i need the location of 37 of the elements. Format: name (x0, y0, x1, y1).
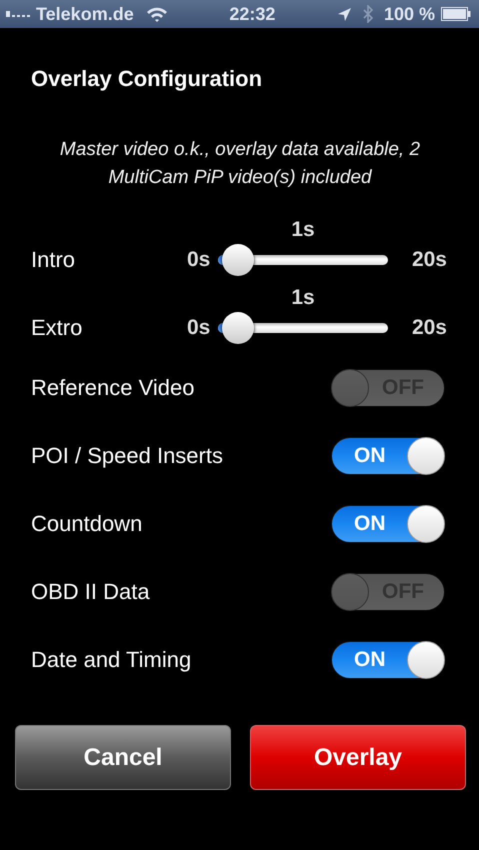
switch-knob (407, 437, 445, 475)
switch-knob (407, 505, 445, 543)
switch-knob (407, 641, 445, 679)
toggle-label: Date and Timing (31, 647, 192, 673)
status-message: Master video o.k., overlay data available, 2 MultiCam PiP video(s) included (58, 138, 422, 190)
slider-max-label: 20s (412, 316, 447, 340)
slider-label: Intro (31, 247, 76, 273)
carrier-name: Telekom.de (36, 4, 134, 24)
cancel-button[interactable]: Cancel (15, 725, 231, 790)
wifi-icon (146, 6, 168, 22)
battery-icon (441, 7, 472, 21)
battery-percent: 100 % (384, 4, 436, 24)
toggle-switch[interactable]: ON (331, 641, 445, 679)
toggle-label: POI / Speed Inserts (31, 443, 223, 469)
dialog-title: Overlay Configuration (31, 66, 262, 92)
slider-min-label: 0s (187, 248, 212, 272)
slider-track[interactable] (218, 244, 388, 276)
switch-knob (331, 573, 369, 611)
toggle-label: OBD II Data (31, 579, 150, 605)
toggle-switch[interactable]: ON (331, 437, 445, 475)
slider-thumb[interactable] (222, 312, 254, 344)
location-arrow-icon (336, 6, 352, 22)
overlay-button[interactable]: Overlay (250, 725, 466, 790)
bluetooth-icon (362, 5, 374, 23)
toggle-label: Reference Video (31, 375, 194, 401)
signal-icon (6, 11, 33, 17)
switch-knob (331, 369, 369, 407)
toggle-switch[interactable]: ON (331, 505, 445, 543)
toggle-label: Countdown (31, 511, 142, 537)
slider-thumb[interactable] (222, 244, 254, 276)
slider-value: 1s (291, 218, 315, 242)
slider-value: 1s (291, 286, 315, 310)
slider-label: Extro (31, 315, 84, 341)
slider-min-label: 0s (187, 316, 212, 340)
clock-time: 22:32 (229, 4, 276, 24)
slider-track[interactable] (218, 312, 388, 344)
slider-max-label: 20s (412, 248, 447, 272)
